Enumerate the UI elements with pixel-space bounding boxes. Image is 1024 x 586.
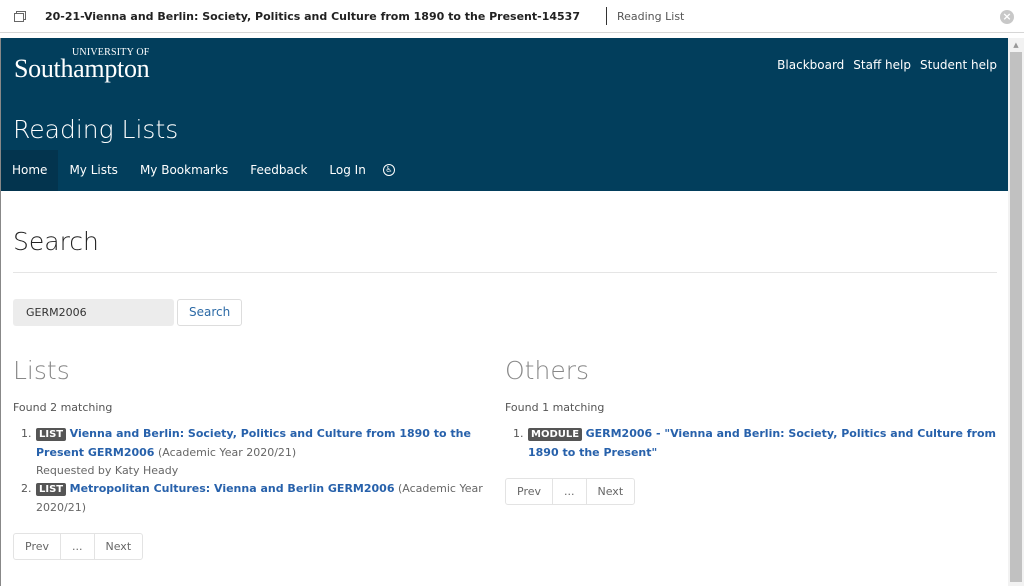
lists-column: Lists Found 2 matching LIST Vienna and B…	[13, 356, 505, 560]
nav-feedback[interactable]: Feedback	[239, 150, 318, 191]
others-found-count: Found 1 matching	[505, 401, 605, 414]
title-separator	[605, 7, 607, 25]
next-button[interactable]: Next	[95, 534, 143, 559]
student-help-link[interactable]: Student help	[920, 58, 997, 72]
others-column: Others Found 1 matching MODULE GERM2006 …	[505, 356, 997, 560]
list-item: MODULE GERM2006 - "Vienna and Berlin: So…	[527, 425, 997, 462]
module-title-link[interactable]: GERM2006 - "Vienna and Berlin: Society, …	[528, 427, 996, 459]
nav-home[interactable]: Home	[1, 150, 59, 191]
lists-results: LIST Vienna and Berlin: Society, Politic…	[13, 425, 505, 517]
results-columns: Lists Found 2 matching LIST Vienna and B…	[13, 356, 997, 560]
nav-my-lists[interactable]: My Lists	[58, 150, 129, 191]
ellipsis-button[interactable]: ...	[553, 479, 587, 504]
blackboard-link[interactable]: Blackboard	[777, 58, 844, 72]
list-meta: (Academic Year 2020/21)	[157, 446, 297, 459]
main-content: Search Search Lists Found 2 matching LIS…	[13, 191, 997, 560]
site-header: UNIVERSITY OF Southampton Blackboard Sta…	[1, 38, 1008, 191]
others-pagination: Prev ... Next	[505, 478, 636, 505]
lists-pagination: Prev ... Next	[13, 533, 144, 560]
list-title-link[interactable]: Metropolitan Cultures: Vienna and Berlin…	[70, 482, 395, 495]
list-requested-by: Requested by Katy Heady	[36, 464, 179, 477]
staff-help-link[interactable]: Staff help	[853, 58, 911, 72]
top-links: Blackboard Staff help Student help	[777, 58, 997, 72]
scroll-up-icon[interactable]: ▲	[1008, 38, 1024, 52]
scrollbar-thumb[interactable]	[1010, 52, 1022, 582]
window-restore-icon[interactable]	[14, 11, 26, 22]
list-item: LIST Metropolitan Cultures: Vienna and B…	[35, 480, 505, 517]
search-input[interactable]	[13, 299, 174, 326]
logo-main-text: Southampton	[14, 54, 150, 83]
search-form: Search	[13, 299, 997, 326]
divider	[13, 272, 997, 273]
window-titlebar: 20-21-Vienna and Berlin: Society, Politi…	[0, 0, 1024, 33]
page-title: Search	[13, 227, 99, 256]
next-button[interactable]: Next	[587, 479, 635, 504]
lists-found-count: Found 2 matching	[13, 401, 113, 414]
prev-button[interactable]: Prev	[506, 479, 553, 504]
close-icon[interactable]: ×	[1000, 10, 1014, 24]
prev-button[interactable]: Prev	[14, 534, 61, 559]
list-badge: LIST	[36, 483, 67, 496]
others-heading: Others	[505, 356, 590, 385]
main-nav: Home My Lists My Bookmarks Feedback Log …	[1, 150, 395, 191]
lists-heading: Lists	[13, 356, 70, 385]
accessibility-icon[interactable]: ♿	[382, 164, 395, 176]
others-results: MODULE GERM2006 - "Vienna and Berlin: So…	[505, 425, 997, 462]
nav-log-in[interactable]: Log In	[318, 150, 376, 191]
app-name: Reading List	[616, 9, 685, 23]
nav-my-bookmarks[interactable]: My Bookmarks	[129, 150, 239, 191]
ellipsis-button[interactable]: ...	[61, 534, 95, 559]
document-title: 20-21-Vienna and Berlin: Society, Politi…	[45, 9, 580, 23]
vertical-scrollbar[interactable]: ▲	[1008, 38, 1024, 586]
list-badge: LIST	[36, 428, 67, 441]
search-button[interactable]: Search	[177, 299, 243, 326]
module-badge: MODULE	[528, 428, 583, 441]
site-title[interactable]: Reading Lists	[13, 115, 178, 144]
list-item: LIST Vienna and Berlin: Society, Politic…	[35, 425, 505, 480]
page: UNIVERSITY OF Southampton Blackboard Sta…	[0, 38, 1008, 586]
